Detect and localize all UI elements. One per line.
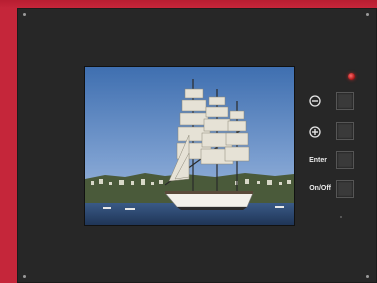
plus-button[interactable] <box>336 122 354 140</box>
screw-icon <box>23 13 26 16</box>
screw-icon <box>366 13 369 16</box>
device-bezel: Enter On/Off <box>17 8 377 283</box>
display-screen <box>84 66 295 226</box>
minus-button[interactable] <box>336 92 354 110</box>
case-top-edge <box>0 0 377 8</box>
plus-icon <box>309 125 321 138</box>
onoff-button[interactable] <box>336 180 354 198</box>
indicator-dot <box>340 216 342 218</box>
power-led-icon <box>348 73 355 80</box>
ship-photo <box>85 67 294 225</box>
enter-button[interactable] <box>336 151 354 169</box>
screw-icon <box>23 275 26 278</box>
enter-label: Enter <box>309 157 327 164</box>
onoff-label: On/Off <box>309 185 331 192</box>
minus-icon <box>309 94 321 107</box>
screw-icon <box>366 275 369 278</box>
